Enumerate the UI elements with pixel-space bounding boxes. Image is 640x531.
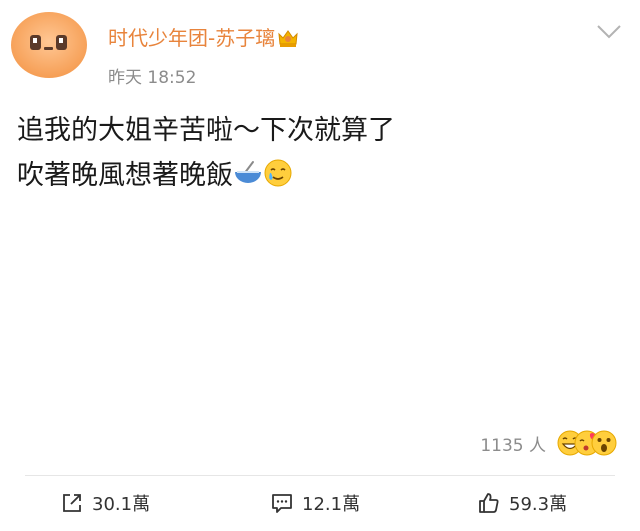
like-count: 59.3萬	[509, 494, 568, 515]
comment-count: 12.1萬	[302, 494, 361, 515]
comment-icon	[272, 494, 292, 513]
post-line-text: 吹著晚風想著晚飯	[17, 160, 233, 191]
author-name-link[interactable]: 时代少年团-苏子璃	[108, 22, 299, 51]
repost-icon	[63, 494, 81, 512]
comment-button[interactable]: 12.1萬	[270, 489, 360, 517]
crying-smile-icon	[264, 159, 292, 187]
thumbs-up-icon	[479, 493, 499, 513]
post-line: 追我的大姐辛苦啦～下次就算了	[17, 115, 395, 146]
divider	[25, 475, 615, 476]
surprised-icon	[591, 430, 617, 456]
reactions-summary[interactable]: 1135 人	[480, 428, 618, 458]
reaction-count: 1135 人	[480, 435, 546, 456]
author-name: 时代少年团-苏子璃	[108, 26, 276, 50]
post-body: 追我的大姐辛苦啦～下次就算了 吹著晚風想著晚飯	[17, 108, 617, 198]
post-line: 吹著晚風想著晚飯	[17, 153, 617, 198]
repost-count: 30.1萬	[92, 494, 151, 515]
bowl-icon	[235, 161, 261, 183]
chevron-down-icon[interactable]	[596, 24, 622, 40]
repost-button[interactable]: 30.1萬	[60, 489, 150, 517]
crown-badge-icon	[278, 30, 298, 47]
post-time: 昨天 18:52	[108, 68, 197, 88]
reaction-emoji-stack	[557, 430, 617, 456]
avatar[interactable]	[10, 11, 88, 79]
like-button[interactable]: 59.3萬	[477, 489, 567, 517]
